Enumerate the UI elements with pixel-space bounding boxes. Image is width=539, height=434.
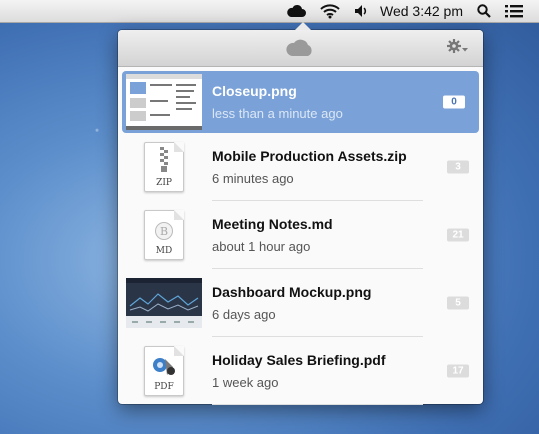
dashboard-thumbnail bbox=[126, 275, 202, 331]
file-time: less than a minute ago bbox=[212, 106, 343, 121]
gear-icon bbox=[447, 39, 461, 58]
file-extension: PDF bbox=[154, 382, 174, 392]
chevron-down-icon bbox=[461, 40, 469, 58]
list-icon[interactable] bbox=[505, 4, 523, 18]
divider bbox=[212, 404, 423, 405]
file-extension: ZIP bbox=[156, 178, 172, 188]
file-list: Closeup.png less than a minute ago 0 ZIP… bbox=[118, 71, 483, 405]
file-name: Dashboard Mockup.png bbox=[212, 284, 372, 300]
view-count-badge: 0 bbox=[443, 95, 465, 109]
file-time: 1 week ago bbox=[212, 375, 279, 390]
wifi-icon[interactable] bbox=[320, 3, 340, 19]
file-name: Closeup.png bbox=[212, 83, 297, 99]
file-name: Meeting Notes.md bbox=[212, 216, 333, 232]
view-count-badge: 17 bbox=[447, 364, 469, 378]
volume-icon[interactable] bbox=[354, 4, 370, 18]
md-file-icon: B MD bbox=[126, 207, 202, 263]
popover-header bbox=[118, 30, 483, 67]
view-count-badge: 5 bbox=[447, 296, 469, 310]
view-count-badge: 21 bbox=[447, 228, 469, 242]
search-icon[interactable] bbox=[477, 4, 491, 18]
menu-clock[interactable]: Wed 3:42 pm bbox=[380, 3, 463, 19]
settings-button[interactable] bbox=[447, 39, 469, 58]
zip-file-icon: ZIP bbox=[126, 139, 202, 195]
list-item[interactable]: PDF Holiday Sales Briefing.pdf 1 week ag… bbox=[118, 337, 483, 405]
list-item[interactable]: Closeup.png less than a minute ago 0 bbox=[122, 71, 479, 133]
pdf-file-icon: PDF bbox=[126, 343, 202, 399]
view-count-badge: 3 bbox=[447, 160, 469, 174]
file-time: 6 minutes ago bbox=[212, 171, 294, 186]
cloud-icon[interactable] bbox=[286, 4, 306, 18]
menu-bar: Wed 3:42 pm bbox=[0, 0, 539, 23]
file-name: Mobile Production Assets.zip bbox=[212, 148, 407, 164]
cloud-popover: Closeup.png less than a minute ago 0 ZIP… bbox=[118, 22, 483, 405]
list-item[interactable]: Dashboard Mockup.png 6 days ago 5 bbox=[118, 269, 483, 337]
svg-text:B: B bbox=[160, 225, 168, 238]
file-name: Holiday Sales Briefing.pdf bbox=[212, 352, 386, 368]
file-extension: MD bbox=[155, 246, 173, 256]
cloud-icon bbox=[285, 38, 315, 63]
list-item[interactable]: ZIP Mobile Production Assets.zip 6 minut… bbox=[118, 133, 483, 201]
screenshot-thumbnail bbox=[126, 74, 202, 130]
file-time: about 1 hour ago bbox=[212, 239, 311, 254]
list-item[interactable]: B MD Meeting Notes.md about 1 hour ago 2… bbox=[118, 201, 483, 269]
file-time: 6 days ago bbox=[212, 307, 276, 322]
